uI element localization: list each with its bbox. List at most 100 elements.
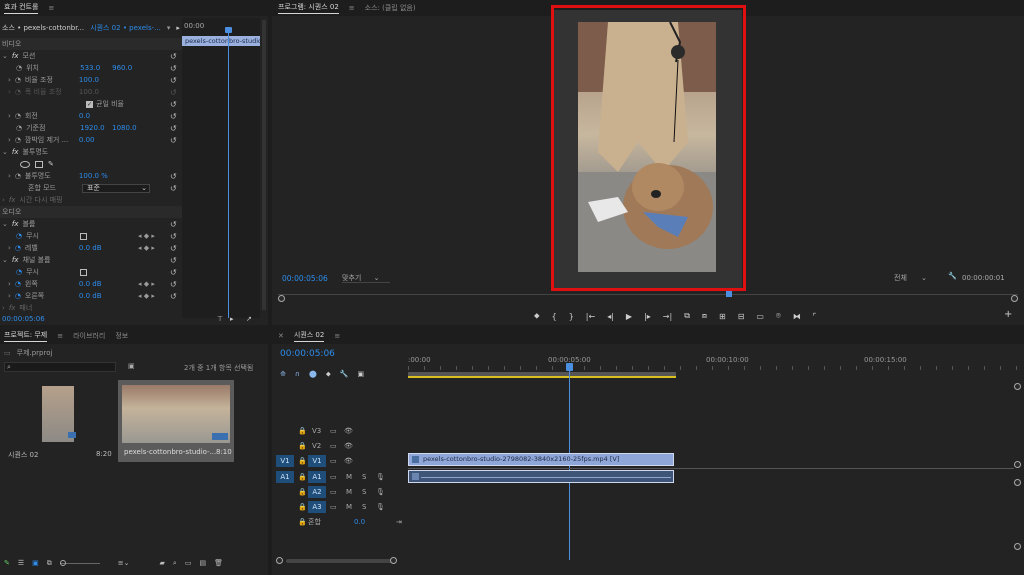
bypass2-checkbox[interactable] — [80, 268, 88, 276]
track-a1-label[interactable]: A1 — [308, 471, 326, 483]
program-timecode[interactable]: 00:00:05:06 — [282, 274, 328, 283]
track-lanes[interactable]: pexels-cottonbro-studio-2798082-3840x216… — [408, 422, 1014, 532]
audio-clip[interactable] — [408, 470, 674, 483]
chevron-down-icon[interactable]: ▾ — [167, 24, 171, 32]
chevron-right-icon[interactable]: › — [8, 112, 11, 120]
stopwatch-icon[interactable]: ◔ — [16, 64, 22, 72]
reset-icon[interactable]: ↺ — [170, 232, 177, 241]
add-button-icon[interactable]: + — [1004, 309, 1012, 320]
opacity-row[interactable]: ⌄ fx 불투명도 — [0, 146, 182, 158]
reset-icon[interactable]: ↺ — [170, 268, 177, 277]
anchor-x-value[interactable]: 1920.0 — [80, 124, 108, 132]
new-bin-icon[interactable]: ▣ — [128, 362, 135, 370]
lock-icon[interactable]: 🔒 — [298, 518, 307, 526]
chevron-right-icon[interactable]: › — [8, 280, 11, 288]
chevron-down-icon[interactable]: ⌄ — [2, 220, 8, 228]
chevron-right-icon[interactable]: › — [8, 172, 11, 180]
search-icon[interactable]: ⌕ — [173, 559, 177, 568]
mini-playhead[interactable] — [228, 28, 229, 318]
lift-icon[interactable]: ⊞ — [719, 312, 726, 321]
hscroll-handle-left[interactable] — [276, 557, 283, 564]
reset-icon[interactable]: ↺ — [170, 64, 177, 73]
tab-source[interactable]: 소스: (클립 없음) — [365, 3, 416, 13]
bypass-checkbox[interactable] — [80, 232, 88, 240]
monitor-scrub-bar[interactable] — [278, 290, 1018, 302]
close-icon[interactable]: ✕ — [278, 332, 284, 340]
wrench-icon[interactable]: 🔧 — [340, 370, 349, 379]
extract-icon[interactable]: ⊟ — [738, 312, 745, 321]
project-item-sequence[interactable]: 시퀀스 02 8:20 — [4, 380, 114, 460]
go-to-out-icon[interactable]: →| — [663, 312, 672, 321]
export-icon[interactable]: ↗ — [246, 315, 252, 323]
hscroll-handle-right[interactable] — [390, 557, 397, 564]
stopwatch-icon[interactable]: ◔ — [15, 112, 21, 120]
mic-icon[interactable]: 🎙 — [376, 488, 385, 496]
timeline-timecode[interactable]: 00:00:05:06 — [280, 349, 335, 359]
volume-row[interactable]: ⌄ fx 볼륨 ↺ — [0, 218, 182, 230]
mute-button[interactable]: M — [346, 503, 352, 511]
vscroll-handle-mid2[interactable] — [1014, 479, 1021, 486]
play-only-icon[interactable]: ▸ — [176, 24, 180, 32]
rectangle-mask-icon[interactable] — [35, 160, 43, 168]
reset-icon[interactable]: ↺ — [170, 100, 177, 109]
tab-project[interactable]: 프로젝트: 무제 — [4, 330, 48, 342]
search-input[interactable]: ⌕ — [4, 362, 116, 372]
sync-lock-icon[interactable]: ▭ — [330, 457, 337, 465]
reset-icon[interactable]: ↺ — [170, 52, 177, 61]
nest-icon[interactable]: ⟰ — [280, 370, 286, 379]
sync-lock-icon[interactable]: ▭ — [330, 503, 337, 511]
stopwatch-icon[interactable]: ◔ — [15, 292, 21, 300]
lock-icon[interactable]: 🔒 — [298, 488, 307, 496]
overwrite-icon[interactable]: ⧈ — [702, 311, 707, 321]
tab-sequence[interactable]: 시퀀스 02 — [293, 330, 325, 342]
new-bin-icon[interactable]: ▭ — [185, 559, 192, 567]
lock-icon[interactable]: 🔒 — [298, 503, 307, 511]
pencil-icon[interactable]: ✎ — [4, 559, 10, 567]
reset-icon[interactable]: ↺ — [170, 172, 177, 181]
track-v1-label[interactable]: V1 — [308, 455, 326, 467]
source-patch-v1[interactable]: V1 — [276, 455, 294, 467]
blend-mode-select[interactable]: 표준 ⌄ — [82, 183, 150, 193]
chevron-down-icon[interactable]: ⌄ — [2, 256, 8, 264]
hscroll-thumb[interactable] — [286, 559, 392, 563]
linked-selection-icon[interactable]: ⬤ — [309, 370, 317, 379]
list-view-icon[interactable]: ☰ — [18, 559, 24, 567]
chevron-down-icon[interactable]: ⌄ — [2, 52, 8, 60]
channel-volume-row[interactable]: ⌄ fx 채널 볼륨 ↺ — [0, 254, 182, 266]
camera-icon[interactable]: ⌾ — [776, 311, 781, 321]
safe-margins-icon[interactable]: ▭ — [756, 312, 764, 321]
reset-icon[interactable]: ↺ — [170, 256, 177, 265]
stopwatch-icon[interactable]: ◔ — [15, 280, 21, 288]
lock-icon[interactable]: 🔒 — [298, 442, 307, 450]
tab-effect-controls[interactable]: 효과 컨트롤 — [4, 2, 39, 14]
chevron-right-icon[interactable]: › — [8, 292, 11, 300]
rotation-value[interactable]: 0.0 — [79, 112, 90, 120]
mark-in-icon[interactable]: { — [552, 312, 557, 321]
chevron-right-icon[interactable]: › — [2, 196, 5, 204]
reset-icon[interactable]: ↺ — [170, 244, 177, 253]
trash-icon[interactable]: 🗑 — [214, 559, 223, 567]
panel-menu-icon[interactable]: ≡ — [57, 332, 63, 340]
motion-row[interactable]: ⌄ fx 모션 ↺ — [0, 50, 182, 62]
lock-icon[interactable]: 🔒 — [298, 457, 307, 465]
lock-icon[interactable]: 🔒 — [298, 427, 307, 435]
solo-button[interactable]: S — [362, 503, 366, 511]
ec-mini-timeline[interactable]: 00:00 pexels-cottonbro-studio — [182, 18, 260, 318]
new-item-icon[interactable]: ▤ — [199, 559, 206, 567]
reset-icon[interactable]: ↺ — [170, 112, 177, 121]
uniform-scale-checkbox[interactable]: ✓ — [86, 100, 93, 108]
tab-program[interactable]: 프로그램: 시퀀스 02 — [278, 2, 339, 14]
sync-lock-icon[interactable]: ▭ — [330, 488, 337, 496]
scroll-handle-right[interactable] — [1011, 295, 1018, 302]
project-item-clip[interactable]: pexels-cottonbro-studio-... 8:10 — [118, 380, 234, 462]
play-icon[interactable]: ▶ — [626, 312, 632, 321]
keyframe-nav-icon[interactable]: ◂ ◆ ▸ — [138, 232, 155, 240]
ec-vscroll[interactable] — [262, 20, 266, 310]
stopwatch-icon[interactable]: ◔ — [15, 76, 21, 84]
sync-lock-icon[interactable]: ▭ — [330, 473, 337, 481]
reset-icon[interactable]: ↺ — [170, 280, 177, 289]
lock-icon[interactable]: 🔒 — [298, 473, 307, 481]
ellipse-mask-icon[interactable] — [20, 160, 30, 168]
zoom-slider[interactable] — [59, 559, 100, 566]
keyframe-nav-icon[interactable]: ◂ ◆ ▸ — [138, 292, 155, 300]
